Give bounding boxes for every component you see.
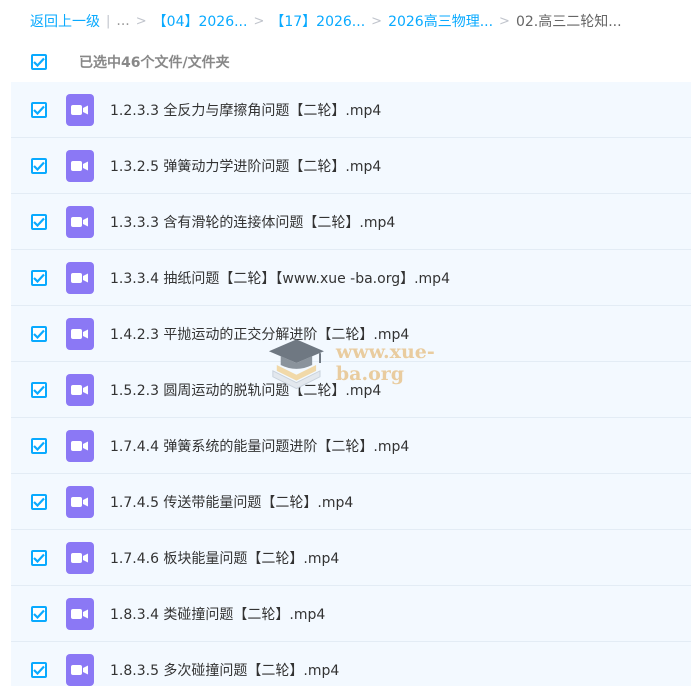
breadcrumb-item[interactable]: 2026高三物理... <box>388 11 493 31</box>
checkmark-icon <box>33 105 45 115</box>
file-name[interactable]: 1.3.2.5 弹簧动力学进阶问题【二轮】.mp4 <box>110 156 381 176</box>
breadcrumb: 返回上一级 | ... > 【04】2026... > 【17】2026... … <box>0 0 691 42</box>
file-row[interactable]: 1.8.3.5 多次碰撞问题【二轮】.mp4 <box>11 642 691 686</box>
select-all-checkbox[interactable] <box>31 54 47 70</box>
chevron-right-icon: > <box>371 13 383 29</box>
file-checkbox[interactable] <box>31 325 47 342</box>
video-camera-icon <box>71 216 88 227</box>
breadcrumb-item[interactable]: 【17】2026... <box>270 11 365 31</box>
video-file-icon <box>66 93 94 126</box>
file-row[interactable]: 1.7.4.4 弹簧系统的能量问题进阶【二轮】.mp4 <box>11 418 691 474</box>
breadcrumb-current: 02.高三二轮知... <box>515 14 622 30</box>
file-checkbox[interactable] <box>31 661 47 678</box>
video-file-icon <box>66 485 94 518</box>
checkmark-icon <box>33 217 45 227</box>
video-file-icon <box>66 205 94 238</box>
chevron-right-icon: > <box>253 13 265 29</box>
file-name[interactable]: 1.7.4.5 传送带能量问题【二轮】.mp4 <box>110 492 353 512</box>
file-checkbox[interactable] <box>31 605 47 622</box>
checkmark-icon <box>33 441 45 451</box>
file-name[interactable]: 1.3.3.3 含有滑轮的连接体问题【二轮】.mp4 <box>110 212 395 232</box>
file-name[interactable]: 1.7.4.6 板块能量问题【二轮】.mp4 <box>110 548 339 568</box>
file-row[interactable]: 1.7.4.6 板块能量问题【二轮】.mp4 <box>11 530 691 586</box>
chevron-right-icon: > <box>499 13 510 29</box>
file-checkbox[interactable] <box>31 101 47 118</box>
file-row[interactable]: 1.4.2.3 平抛运动的正交分解进阶【二轮】.mp4 <box>11 306 691 362</box>
checkmark-icon <box>33 273 45 283</box>
checkmark-icon <box>33 161 45 171</box>
breadcrumb-ellipsis[interactable]: ... <box>116 13 129 29</box>
video-camera-icon <box>71 272 88 283</box>
checkmark-icon <box>33 329 45 339</box>
file-row[interactable]: 1.3.3.4 抽纸问题【二轮】【www.xue -ba.org】.mp4 <box>11 250 691 306</box>
video-camera-icon <box>71 496 88 507</box>
file-row[interactable]: 1.3.3.3 含有滑轮的连接体问题【二轮】.mp4 <box>11 194 691 250</box>
file-list: 1.2.3.3 全反力与摩擦角问题【二轮】.mp4 1.3.2.5 弹簧动力学进阶… <box>11 82 691 686</box>
checkmark-icon <box>33 497 45 507</box>
file-row[interactable]: 1.7.4.5 传送带能量问题【二轮】.mp4 <box>11 474 691 530</box>
chevron-right-icon: > <box>135 13 147 29</box>
video-camera-icon <box>71 552 88 563</box>
file-row[interactable]: 1.8.3.4 类碰撞问题【二轮】.mp4 <box>11 586 691 642</box>
checkmark-icon <box>33 609 45 619</box>
video-file-icon <box>66 429 94 462</box>
video-file-icon <box>66 373 94 406</box>
file-name[interactable]: 1.8.3.4 类碰撞问题【二轮】.mp4 <box>110 604 325 624</box>
video-camera-icon <box>71 328 88 339</box>
video-file-icon <box>66 541 94 574</box>
file-name[interactable]: 1.7.4.4 弹簧系统的能量问题进阶【二轮】.mp4 <box>110 436 409 456</box>
checkmark-icon <box>33 385 45 395</box>
video-file-icon <box>66 317 94 350</box>
video-camera-icon <box>71 384 88 395</box>
video-file-icon <box>66 653 94 686</box>
file-checkbox[interactable] <box>31 213 47 230</box>
file-checkbox[interactable] <box>31 157 47 174</box>
breadcrumb-separator: | <box>106 13 111 29</box>
file-checkbox[interactable] <box>31 549 47 566</box>
file-name[interactable]: 1.3.3.4 抽纸问题【二轮】【www.xue -ba.org】.mp4 <box>110 268 450 288</box>
file-checkbox[interactable] <box>31 437 47 454</box>
file-row[interactable]: 1.5.2.3 圆周运动的脱轨问题【二轮】.mp4 <box>11 362 691 418</box>
file-checkbox[interactable] <box>31 493 47 510</box>
file-name[interactable]: 1.8.3.5 多次碰撞问题【二轮】.mp4 <box>110 660 339 680</box>
checkmark-icon <box>33 665 45 675</box>
file-row[interactable]: 1.2.3.3 全反力与摩擦角问题【二轮】.mp4 <box>11 82 691 138</box>
checkmark-icon <box>33 553 45 563</box>
file-row[interactable]: 1.3.2.5 弹簧动力学进阶问题【二轮】.mp4 <box>11 138 691 194</box>
video-file-icon <box>66 597 94 630</box>
selection-bar: 已选中46个文件/文件夹 <box>11 42 691 82</box>
file-name[interactable]: 1.2.3.3 全反力与摩擦角问题【二轮】.mp4 <box>110 100 381 120</box>
checkmark-icon <box>33 57 45 67</box>
file-name[interactable]: 1.5.2.3 圆周运动的脱轨问题【二轮】.mp4 <box>110 380 381 400</box>
file-checkbox[interactable] <box>31 269 47 286</box>
breadcrumb-item[interactable]: 【04】2026... <box>153 11 248 31</box>
video-camera-icon <box>71 104 88 115</box>
file-checkbox[interactable] <box>31 381 47 398</box>
back-link[interactable]: 返回上一级 <box>30 11 100 31</box>
video-file-icon <box>66 261 94 294</box>
file-name[interactable]: 1.4.2.3 平抛运动的正交分解进阶【二轮】.mp4 <box>110 324 409 344</box>
video-camera-icon <box>71 664 88 675</box>
selection-count-label: 已选中46个文件/文件夹 <box>79 55 230 71</box>
video-camera-icon <box>71 160 88 171</box>
video-file-icon <box>66 149 94 182</box>
video-camera-icon <box>71 608 88 619</box>
video-camera-icon <box>71 440 88 451</box>
